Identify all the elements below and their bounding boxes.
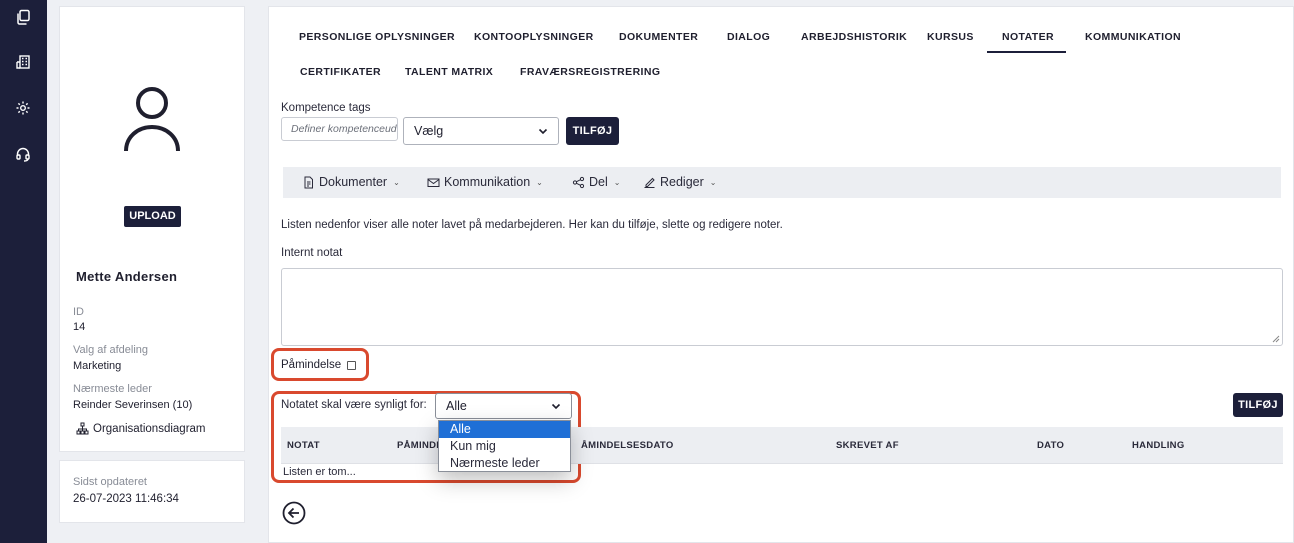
notes-table-header: NOTAT PÅMINDE ÅMINDELSESDATO SKREVET AF … bbox=[281, 427, 1283, 463]
column-header-action: HANDLING bbox=[1132, 440, 1185, 451]
toolbar-communication[interactable]: Kommunikation ⌄ bbox=[427, 175, 543, 189]
notes-toolbar: Dokumenter ⌄ Kommunikation ⌄ Del ⌄ Rediger ⌄ bbox=[283, 167, 1281, 198]
department-label: Valg af afdeling bbox=[73, 344, 149, 356]
column-header-reminder: PÅMINDE bbox=[397, 440, 443, 451]
column-header-reminder-date: ÅMINDELSESDATO bbox=[581, 440, 674, 451]
org-chart-link-label: Organisationsdiagram bbox=[93, 422, 206, 435]
competence-select-value: Vælg bbox=[414, 124, 444, 138]
toolbar-documents-label: Dokumenter bbox=[319, 175, 388, 189]
main-panel: PERSONLIGE OPLYSNINGER KONTOOPLYSNINGER … bbox=[268, 6, 1294, 543]
column-header-date: DATO bbox=[1037, 440, 1065, 451]
last-updated-label: Sidst opdateret bbox=[73, 476, 147, 488]
chevron-down-icon: ⌄ bbox=[393, 177, 400, 187]
tab-kursus[interactable]: KURSUS bbox=[927, 31, 974, 43]
add-competence-button[interactable]: TILFØJ bbox=[566, 117, 619, 145]
toolbar-edit[interactable]: Rediger ⌄ bbox=[643, 175, 716, 189]
chevron-down-icon: ⌄ bbox=[536, 177, 543, 187]
id-label: ID bbox=[73, 306, 84, 318]
visibility-label: Notatet skal være synligt for: bbox=[281, 399, 427, 411]
org-chart-icon bbox=[76, 422, 89, 435]
copy-icon[interactable] bbox=[15, 9, 31, 25]
manager-value: Reinder Severinsen (10) bbox=[73, 399, 193, 411]
reminder-label: Påmindelse bbox=[281, 359, 342, 371]
headset-icon[interactable] bbox=[15, 146, 31, 162]
tab-fravaersregistrering[interactable]: FRAVÆRSREGISTRERING bbox=[520, 66, 660, 78]
toolbar-documents[interactable]: Dokumenter ⌄ bbox=[302, 175, 400, 189]
settings-gear-icon[interactable] bbox=[15, 100, 31, 116]
left-nav-rail bbox=[0, 0, 47, 543]
profile-card: UPLOAD Mette Andersen ID 14 Valg af afde… bbox=[59, 6, 245, 452]
tab-kontooplysninger[interactable]: KONTOOPLYSNINGER bbox=[474, 31, 594, 43]
toolbar-communication-label: Kommunikation bbox=[444, 175, 531, 189]
tab-personlige-oplysninger[interactable]: PERSONLIGE OPLYSNINGER bbox=[299, 31, 455, 43]
tab-dialog[interactable]: DIALOG bbox=[727, 31, 770, 43]
tab-dokumenter[interactable]: DOKUMENTER bbox=[619, 31, 698, 43]
competence-select[interactable]: Vælg bbox=[403, 117, 559, 145]
tab-arbejdshistorik[interactable]: ARBEJDSHISTORIK bbox=[801, 31, 907, 43]
toolbar-edit-label: Rediger bbox=[660, 175, 704, 189]
toolbar-share[interactable]: Del ⌄ bbox=[572, 175, 620, 189]
column-header-written-by: SKREVET AF bbox=[836, 440, 899, 451]
reminder-checkbox[interactable] bbox=[347, 360, 357, 370]
active-tab-indicator bbox=[987, 51, 1066, 53]
resize-grip-icon[interactable] bbox=[1272, 335, 1280, 343]
visibility-select-value: Alle bbox=[446, 399, 467, 413]
edit-pencil-icon bbox=[644, 177, 655, 188]
dropdown-option-naermeste-leder[interactable]: Nærmeste leder bbox=[439, 455, 570, 472]
competence-input[interactable]: Definer kompetenceudvikling bbox=[281, 117, 398, 141]
dropdown-option-alle[interactable]: Alle bbox=[439, 421, 570, 438]
internal-note-label: Internt notat bbox=[281, 247, 343, 259]
last-updated-value: 26-07-2023 11:46:34 bbox=[73, 493, 179, 505]
reminder-row: Påmindelse bbox=[281, 359, 357, 371]
empty-list-text: Listen er tom... bbox=[283, 466, 356, 478]
competence-tags-label: Kompetence tags bbox=[281, 102, 371, 114]
tab-talent-matrix[interactable]: TALENT MATRIX bbox=[405, 66, 493, 78]
dropdown-option-kun-mig[interactable]: Kun mig bbox=[439, 438, 570, 455]
envelope-icon bbox=[427, 178, 440, 187]
notes-description: Listen nedenfor viser alle noter lavet p… bbox=[281, 219, 783, 231]
table-divider bbox=[281, 463, 1283, 464]
internal-note-textarea[interactable] bbox=[281, 268, 1283, 346]
employee-name: Mette Andersen bbox=[76, 269, 178, 284]
user-avatar-icon bbox=[124, 87, 180, 152]
column-header-notat: NOTAT bbox=[287, 440, 320, 451]
back-arrow-icon[interactable] bbox=[282, 501, 306, 525]
manager-label: Nærmeste leder bbox=[73, 383, 152, 395]
share-icon bbox=[572, 176, 585, 188]
chevron-down-icon: ⌄ bbox=[709, 177, 717, 187]
org-chart-link[interactable]: Organisationsdiagram bbox=[76, 422, 206, 435]
building-icon[interactable] bbox=[15, 54, 31, 70]
add-note-button[interactable]: TILFØJ bbox=[1233, 393, 1283, 417]
tab-certifikater[interactable]: CERTIFIKATER bbox=[300, 66, 381, 78]
id-value: 14 bbox=[73, 321, 86, 333]
chevron-down-icon bbox=[551, 403, 561, 410]
last-updated-card: Sidst opdateret 26-07-2023 11:46:34 bbox=[59, 460, 245, 523]
tab-notater[interactable]: NOTATER bbox=[1002, 31, 1054, 43]
tab-kommunikation[interactable]: KOMMUNIKATION bbox=[1085, 31, 1181, 43]
document-icon bbox=[304, 176, 313, 188]
chevron-down-icon: ⌄ bbox=[613, 177, 621, 187]
upload-button[interactable]: UPLOAD bbox=[124, 206, 181, 227]
visibility-select[interactable]: Alle bbox=[435, 393, 572, 419]
toolbar-share-label: Del bbox=[589, 175, 608, 189]
department-value: Marketing bbox=[73, 360, 122, 372]
visibility-dropdown-menu: Alle Kun mig Nærmeste leder bbox=[438, 420, 571, 472]
chevron-down-icon bbox=[538, 128, 548, 135]
